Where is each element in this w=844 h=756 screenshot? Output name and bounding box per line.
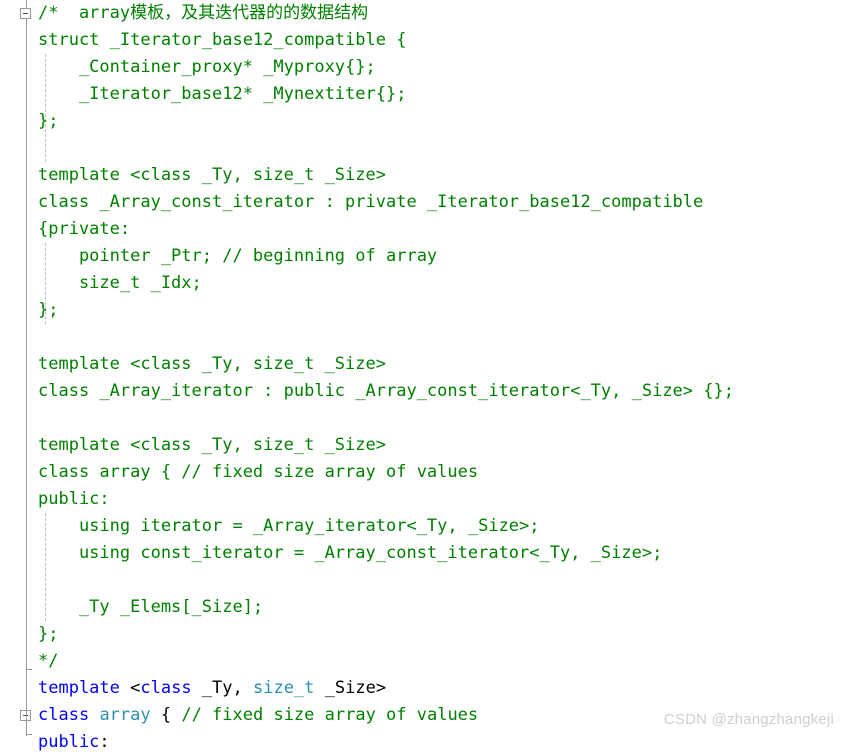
code-token: }; [38, 300, 59, 320]
code-line[interactable]: template <class _Ty, size_t _Size> [38, 162, 844, 189]
code-line[interactable]: */ [38, 648, 844, 675]
code-token: size_t _Idx; [38, 273, 202, 293]
code-line[interactable] [38, 135, 844, 162]
code-line[interactable]: }; [38, 621, 844, 648]
code-line[interactable]: struct _Iterator_base12_compatible { [38, 27, 844, 54]
code-line[interactable]: class _Array_iterator : public _Array_co… [38, 378, 844, 405]
code-token: template <class _Ty, size_t _Size> [38, 354, 386, 374]
code-token: < [119, 678, 141, 698]
code-line[interactable]: _Iterator_base12* _Mynextiter{}; [38, 81, 844, 108]
code-token: template [38, 678, 120, 698]
code-line[interactable]: _Ty _Elems[_Size]; [38, 594, 844, 621]
scope-bracket-template-class [26, 669, 32, 735]
code-token: _Ty _Elems[_Size]; [38, 597, 264, 617]
code-line[interactable]: {private: [38, 216, 844, 243]
code-token: {private: [38, 219, 131, 239]
code-token: { [150, 705, 182, 725]
csdn-watermark: CSDN @zhangzhangkeji [663, 711, 834, 728]
code-line[interactable]: using const_iterator = _Array_const_iter… [38, 540, 844, 567]
code-line[interactable] [38, 324, 844, 351]
code-token: */ [38, 651, 59, 671]
code-token: struct _Iterator_base12_compatible { [38, 30, 407, 50]
code-line[interactable]: using iterator = _Array_iterator<_Ty, _S… [38, 513, 844, 540]
code-line[interactable]: _Container_proxy* _Myproxy{}; [38, 54, 844, 81]
code-token: public: [38, 489, 110, 509]
code-token: _Ty, [191, 678, 253, 698]
code-token: class _Array_const_iterator : private _I… [38, 192, 704, 212]
code-line[interactable]: }; [38, 297, 844, 324]
code-token: }; [38, 624, 59, 644]
code-line[interactable]: class array { // fixed size array of val… [38, 459, 844, 486]
code-line[interactable]: template <class _Ty, size_t _Size> [38, 432, 844, 459]
code-line[interactable]: /* array模板，及其迭代器的的数据结构 [38, 0, 844, 27]
code-token: // fixed size array of values [181, 705, 479, 725]
code-editor-viewport: /* array模板，及其迭代器的的数据结构 struct _Iterator_b… [0, 0, 844, 752]
code-token: class [140, 678, 192, 698]
code-line[interactable]: pointer _Ptr; // beginning of array [38, 243, 844, 270]
code-line[interactable]: template <class _Ty, size_t _Size> [38, 675, 844, 702]
code-token: template <class _Ty, size_t _Size> [38, 165, 386, 185]
code-token: : [99, 732, 110, 752]
code-token: }; [38, 111, 59, 131]
code-token: template <class _Ty, size_t _Size> [38, 435, 386, 455]
code-token: _Iterator_base12* _Mynextiter{}; [38, 84, 407, 104]
collapse-comment-block-toggle[interactable] [20, 8, 31, 19]
code-token: array [99, 705, 151, 725]
code-line[interactable] [38, 567, 844, 594]
code-line[interactable]: template <class _Ty, size_t _Size> [38, 351, 844, 378]
code-text-surface[interactable]: /* array模板，及其迭代器的的数据结构 struct _Iterator_b… [38, 0, 844, 756]
code-token: class _Array_iterator : public _Array_co… [38, 381, 734, 401]
code-line[interactable]: class _Array_const_iterator : private _I… [38, 189, 844, 216]
code-token: _Container_proxy* _Myproxy{}; [38, 57, 376, 77]
code-line[interactable]: public: [38, 486, 844, 513]
code-token: class array { // fixed size array of val… [38, 462, 479, 482]
code-line[interactable]: }; [38, 108, 844, 135]
code-token: class [38, 705, 90, 725]
code-token: public [38, 732, 100, 752]
code-line[interactable]: size_t _Idx; [38, 270, 844, 297]
code-token: pointer _Ptr; // beginning of array [38, 246, 438, 266]
code-token: /* array模板，及其迭代器的的数据结构 [38, 3, 369, 23]
code-token: using iterator = _Array_iterator<_Ty, _S… [38, 516, 540, 536]
code-line[interactable]: public: [38, 729, 844, 756]
code-token: _Size> [314, 678, 387, 698]
code-token: using const_iterator = _Array_const_iter… [38, 543, 663, 563]
gutter-rail [26, 0, 27, 736]
code-line[interactable] [38, 405, 844, 432]
code-token: size_t [252, 678, 315, 698]
